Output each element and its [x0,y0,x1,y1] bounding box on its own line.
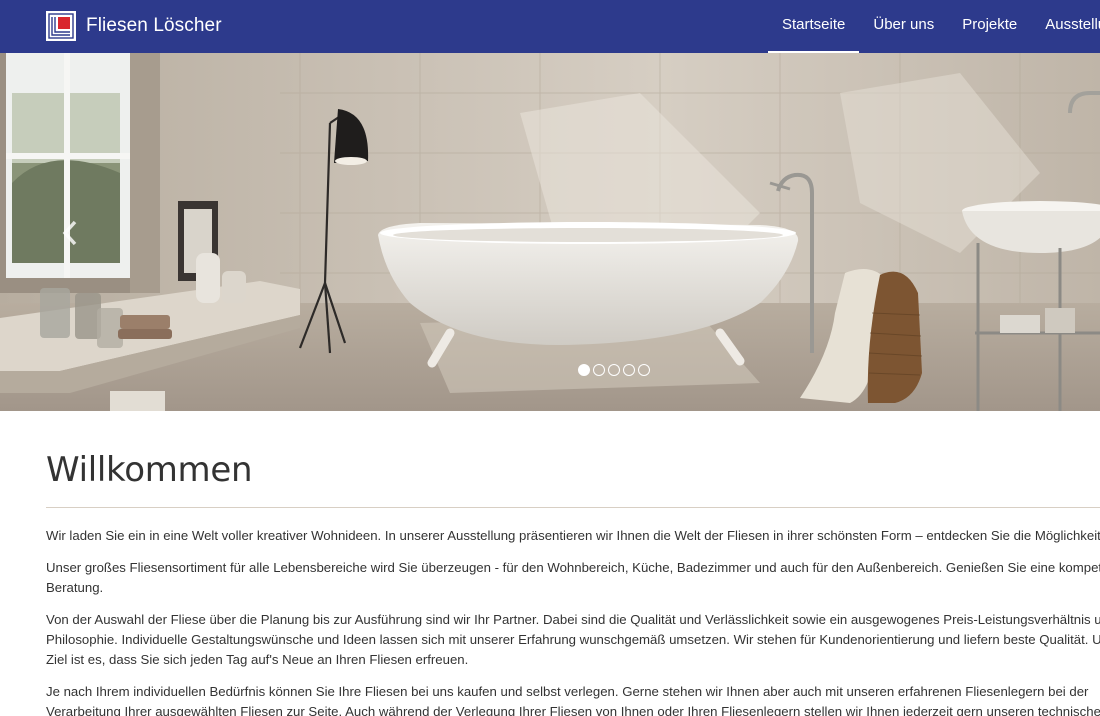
intro-paragraph-2: Unser großes Fliesensortiment für alle L… [46,558,1100,598]
brand-name: Fliesen Löscher [86,15,222,36]
carousel-indicator-4[interactable] [623,364,635,376]
text-line: Je nach Ihrem individuellen Bedürfnis kö… [46,684,1089,699]
tile-logo-icon [46,11,76,41]
navbar: Fliesen Löscher Startseite Über uns Proj… [0,0,1100,53]
text-line: Unser großes Fliesensortiment für alle L… [46,560,1100,575]
hero-carousel [0,53,1100,411]
intro-paragraph-4: Je nach Ihrem individuellen Bedürfnis kö… [46,682,1100,716]
nav-item-startseite[interactable]: Startseite [768,0,860,53]
intro-paragraph-1: Wir laden Sie ein in eine Welt voller kr… [46,526,1100,546]
main-content: Willkommen Wir laden Sie ein in eine Wel… [46,411,1100,716]
carousel-indicator-5[interactable] [638,364,650,376]
text-line: Von der Auswahl der Fliese über die Plan… [46,612,1100,627]
text-line: Beratung. [46,580,104,595]
bathroom-slide-image [0,53,1100,411]
title-divider [46,507,1100,508]
text-line: Ziel ist es, dass Sie sich jeden Tag auf… [46,652,469,667]
text-line: Wir laden Sie ein in eine Welt voller kr… [46,528,1100,543]
main-nav: Startseite Über uns Projekte Ausstellung [768,0,1100,53]
carousel-indicator-1[interactable] [578,364,590,376]
nav-item-projekte[interactable]: Projekte [948,0,1031,53]
page-title: Willkommen [46,450,253,490]
text-line: Philosophie. Individuelle Gestaltungswün… [46,632,1100,647]
nav-item-ausstellung[interactable]: Ausstellung [1031,0,1100,53]
intro-paragraph-3: Von der Auswahl der Fliese über die Plan… [46,610,1100,670]
carousel-indicator-3[interactable] [608,364,620,376]
nav-item-ueber-uns[interactable]: Über uns [859,0,948,53]
brand-link[interactable]: Fliesen Löscher [46,10,222,42]
carousel-indicators [578,364,650,376]
carousel-indicator-2[interactable] [593,364,605,376]
text-line: Verarbeitung Ihrer ausgewählten Fliesen … [46,704,1100,716]
chevron-left-icon[interactable] [55,216,85,250]
